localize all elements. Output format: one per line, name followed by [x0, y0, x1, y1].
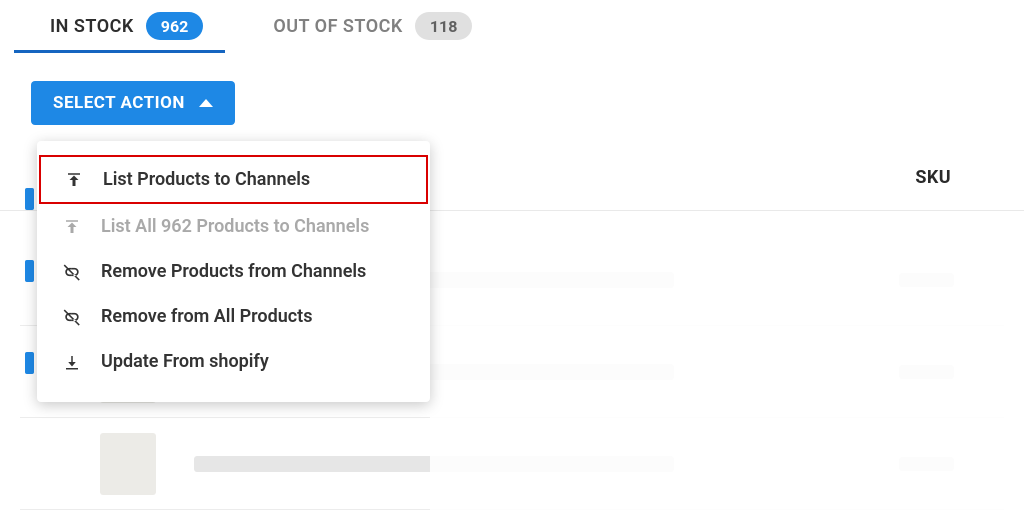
select-action-button[interactable]: SELECT ACTION — [31, 81, 235, 125]
row-sku-blurred — [899, 365, 954, 379]
row-title-blurred — [194, 456, 674, 472]
out-of-stock-count-badge: 118 — [415, 12, 473, 40]
upload-icon — [63, 171, 85, 189]
select-action-label: SELECT ACTION — [53, 93, 185, 113]
row-thumbnail — [100, 433, 156, 495]
tab-in-stock-label: IN STOCK — [50, 16, 134, 37]
upload-icon — [61, 218, 83, 236]
menu-item-remove-products[interactable]: Remove Products from Channels — [37, 249, 430, 294]
row-checkbox-marker[interactable] — [25, 352, 34, 374]
menu-item-label: List All 962 Products to Channels — [101, 216, 369, 237]
select-action-menu: List Products to Channels List All 962 P… — [37, 141, 430, 402]
unlink-icon — [61, 307, 83, 327]
menu-item-list-products[interactable]: List Products to Channels — [39, 155, 428, 204]
unlink-icon — [61, 262, 83, 282]
menu-item-remove-all[interactable]: Remove from All Products — [37, 294, 430, 339]
menu-item-label: Remove from All Products — [101, 306, 312, 327]
menu-item-label: List Products to Channels — [103, 169, 310, 190]
download-icon — [61, 353, 83, 371]
caret-up-icon — [199, 99, 213, 107]
row-sku-blurred — [899, 273, 954, 287]
table-row[interactable] — [20, 418, 1004, 510]
row-sku-blurred — [899, 457, 954, 471]
menu-item-list-all: List All 962 Products to Channels — [37, 204, 430, 249]
row-checkbox-marker[interactable] — [25, 188, 34, 210]
tab-out-of-stock[interactable]: OUT OF STOCK 118 — [273, 12, 472, 40]
menu-item-label: Update From shopify — [101, 351, 269, 372]
row-checkbox-marker[interactable] — [25, 260, 34, 282]
menu-item-update-shopify[interactable]: Update From shopify — [37, 339, 430, 384]
in-stock-count-badge: 962 — [146, 12, 204, 40]
menu-item-label: Remove Products from Channels — [101, 261, 366, 282]
tab-out-of-stock-label: OUT OF STOCK — [273, 16, 403, 37]
tab-in-stock[interactable]: IN STOCK 962 — [50, 12, 203, 40]
col-sku-header: SKU — [915, 167, 951, 188]
